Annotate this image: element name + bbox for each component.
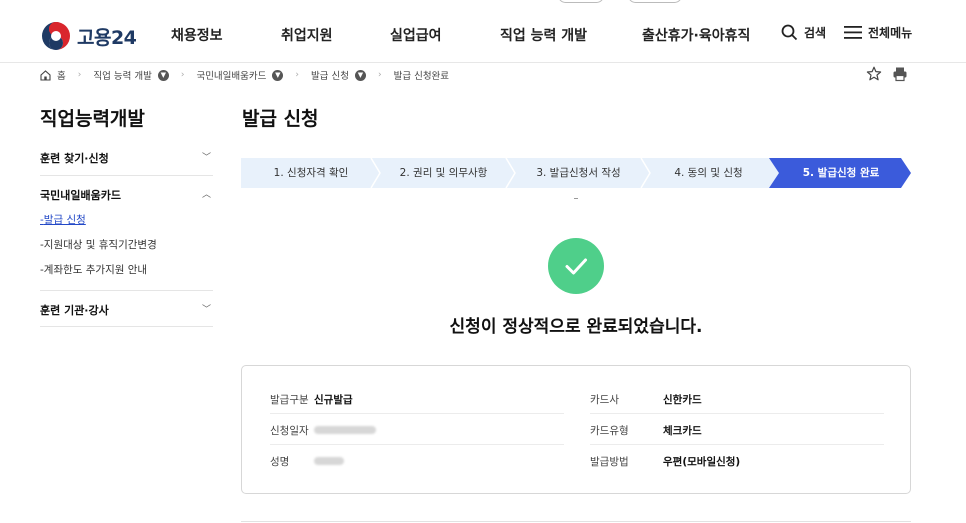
chevron-down-icon[interactable]: ▼: [272, 69, 284, 81]
breadcrumb-home[interactable]: 홈: [57, 68, 66, 82]
star-favorite-icon[interactable]: [866, 66, 882, 82]
sidebar-divider: [40, 175, 213, 176]
summary-row: 발급방법 우편(모바일신청): [590, 445, 884, 476]
breadcrumb: 홈 › 직업 능력 개발 ▼ › 국민내일배움카드 ▼ › 발급 신청 ▼ › …: [40, 68, 449, 82]
breadcrumb-separator-icon: ›: [77, 70, 82, 80]
search-button[interactable]: 검색: [781, 24, 826, 41]
redacted-mask: [314, 426, 376, 434]
decorative-tick: [574, 198, 578, 199]
success-check-icon: [548, 238, 604, 294]
summary-value-redacted: [314, 425, 376, 437]
summary-label: 발급구분: [270, 394, 309, 406]
redacted-mask: [314, 457, 344, 465]
summary-left-column: 발급구분 신규발급 신청일자 성명: [270, 383, 564, 476]
sidebar-item-label: 지원대상 및 휴직기간변경: [43, 239, 157, 251]
application-summary: 발급구분 신규발급 신청일자 성명 카드사 신한카드 카드유형 체크카드 발급방…: [241, 365, 911, 494]
step-5-current: 5. 발급신청 완료: [802, 167, 880, 179]
progress-steps: 1. 신청자격 확인 2. 권리 및 의무사항 3. 발급신청서 작성 4. 동…: [241, 158, 911, 188]
breadcrumb-separator-icon: ›: [377, 70, 382, 80]
summary-label: 발급방법: [590, 456, 629, 468]
all-menu-label: 전체메뉴: [868, 26, 913, 40]
breadcrumb-separator-icon: ›: [295, 70, 299, 80]
search-label: 검색: [804, 26, 827, 40]
chevron-down-icon: ﹀: [201, 153, 211, 163]
chevron-up-icon: ︿: [201, 190, 211, 200]
summary-row: 성명: [270, 445, 564, 476]
top-utility-stubs: [558, 0, 682, 3]
summary-value: 체크카드: [663, 425, 702, 437]
sidebar-group-label: 훈련 기관·강사: [40, 304, 109, 317]
sidebar-group-training-search[interactable]: 훈련 찾기·신청 ﹀: [40, 150, 213, 166]
page-title: 발급 신청: [242, 108, 319, 130]
breadcrumb-separator-icon: ›: [180, 70, 185, 80]
search-icon: [781, 24, 798, 41]
chevron-down-icon[interactable]: ▼: [157, 69, 169, 81]
summary-right-column: 카드사 신한카드 카드유형 체크카드 발급방법 우편(모바일신청): [590, 383, 884, 476]
summary-label: 카드사: [590, 394, 619, 406]
sidebar-item-card-apply[interactable]: -발급 신청: [40, 212, 86, 227]
chevron-down-icon[interactable]: ▼: [354, 69, 366, 81]
sidebar-item-extra-support[interactable]: -계좌한도 추가지원 안내: [40, 262, 147, 277]
nav-item-unemployment-benefit[interactable]: 실업급여: [390, 25, 442, 45]
nav-item-vocational-training[interactable]: 직업 능력 개발: [500, 25, 587, 45]
top-header: 고용24 채용정보 취업지원 실업급여 직업 능력 개발 출산휴가·육아휴직 검…: [0, 0, 966, 62]
sidebar-item-label: 계좌한도 추가지원 안내: [43, 264, 148, 276]
header-divider: [0, 62, 966, 63]
nav-item-parental-leave[interactable]: 출산휴가·육아휴직: [642, 25, 750, 45]
sidebar-group-label: 국민내일배움카드: [40, 189, 121, 202]
summary-label: 카드유형: [590, 425, 629, 437]
summary-label: 신청일자: [270, 425, 309, 437]
all-menu-button[interactable]: 전체메뉴: [844, 24, 912, 41]
hamburger-menu-icon: [844, 26, 862, 39]
step-3: 3. 발급신청서 작성: [536, 167, 621, 179]
nav-item-jobs[interactable]: 채용정보: [171, 25, 223, 45]
chevron-down-icon: ﹀: [201, 305, 211, 315]
home-icon: [40, 69, 51, 81]
breadcrumb-current: 발급 신청완료: [393, 71, 450, 82]
summary-value: 우편(모바일신청): [663, 456, 741, 468]
utility-stub-button[interactable]: [628, 0, 682, 3]
print-icon[interactable]: [892, 66, 908, 82]
page-actions: [866, 66, 908, 82]
step-4: 4. 동의 및 신청: [674, 167, 743, 179]
sidebar-title: 직업능력개발: [40, 108, 145, 130]
sidebar-item-label: 발급 신청: [43, 214, 86, 226]
summary-row: 발급구분 신규발급: [270, 383, 564, 414]
summary-row: 신청일자: [270, 414, 564, 445]
step-1: 1. 신청자격 확인: [273, 167, 349, 179]
sidebar-group-label: 훈련 찾기·신청: [40, 152, 109, 165]
content-bottom-divider: [241, 521, 911, 522]
taegeuk-logo-icon: [42, 22, 70, 50]
logo-text: 고용24: [77, 26, 137, 49]
summary-value-redacted: [314, 456, 344, 468]
summary-label: 성명: [270, 456, 290, 468]
breadcrumb-item[interactable]: 발급 신청: [311, 68, 349, 82]
site-logo[interactable]: 고용24: [41, 21, 137, 51]
sidebar-divider: [40, 290, 213, 291]
breadcrumb-item[interactable]: 국민내일배움카드: [196, 68, 266, 82]
success-message: 신청이 정상적으로 완료되었습니다.: [449, 317, 703, 337]
summary-row: 카드유형 체크카드: [590, 414, 884, 445]
summary-row: 카드사 신한카드: [590, 383, 884, 414]
step-2: 2. 권리 및 의무사항: [399, 167, 488, 179]
sidebar-divider: [40, 326, 213, 327]
sidebar-group-institutions[interactable]: 훈련 기관·강사 ﹀: [40, 302, 213, 318]
sidebar-group-learning-card[interactable]: 국민내일배움카드 ︿: [40, 187, 213, 203]
checkmark-icon: [565, 258, 587, 275]
summary-value: 신규발급: [314, 394, 353, 406]
breadcrumb-item[interactable]: 직업 능력 개발: [93, 68, 151, 82]
utility-stub-button[interactable]: [558, 0, 604, 3]
summary-value: 신한카드: [663, 394, 702, 406]
sidebar-item-eligibility-change[interactable]: -지원대상 및 휴직기간변경: [40, 237, 157, 252]
nav-item-employment-support[interactable]: 취업지원: [281, 25, 333, 45]
